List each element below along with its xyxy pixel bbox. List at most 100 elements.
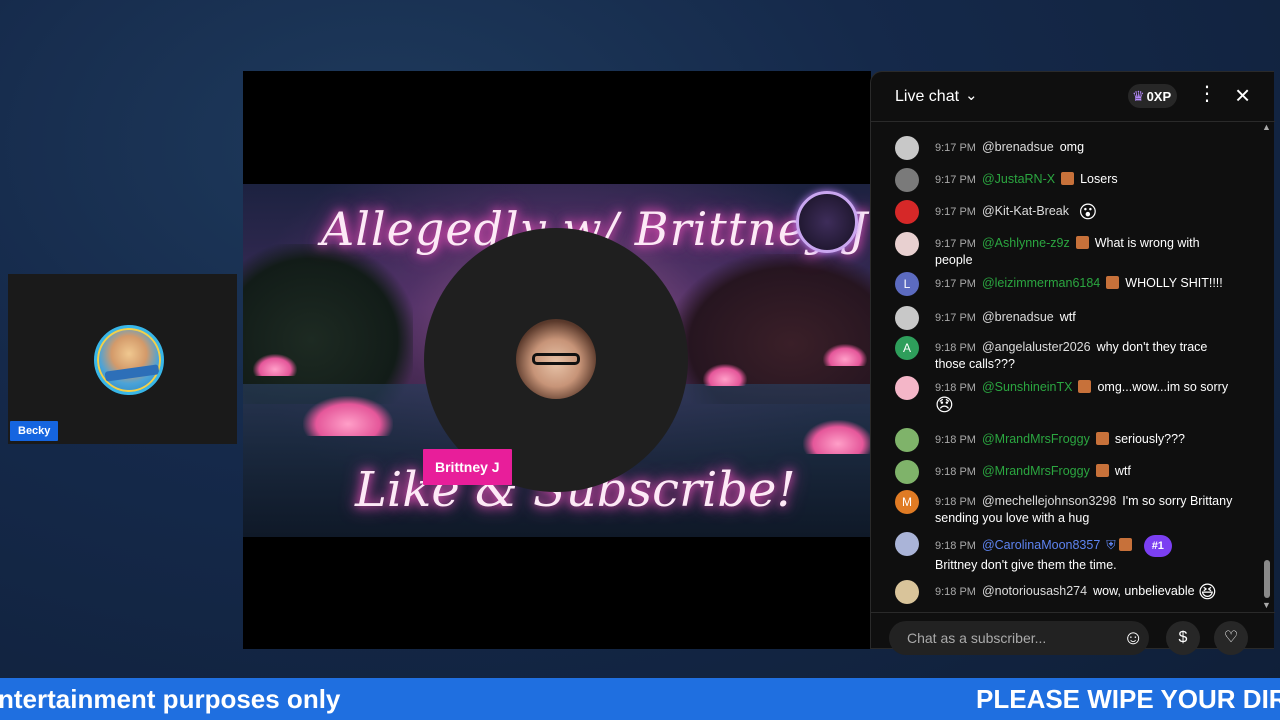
chat-input-bar: ☺ $ ♡ — [871, 612, 1275, 655]
message-text: Brittney don't give them the time. — [935, 558, 1117, 572]
chat-messages: 9:17 PM @brenadsue omg 9:17 PM @JustaRN-X Los… — [871, 122, 1275, 612]
verified-shield-icon: ⛨ — [1106, 538, 1116, 552]
chat-message-body: 9:17 PM @Kit-Kat-Break 😮 — [935, 202, 1235, 222]
message-time: 9:17 PM — [935, 238, 976, 250]
chat-message-body: 9:18 PM @MrandMrsFroggy wtf — [935, 463, 1235, 480]
chat-avatar[interactable] — [895, 306, 919, 330]
message-time: 9:17 PM — [935, 206, 976, 218]
xp-value: 0XP — [1146, 88, 1172, 104]
message-time: 9:17 PM — [935, 278, 976, 290]
member-badge-icon — [1075, 236, 1089, 249]
chat-scrollbar[interactable]: ▲ ▼ — [1262, 122, 1271, 610]
heart-icon: ♡ — [1223, 629, 1239, 646]
lotus-decoration — [823, 344, 867, 366]
chat-avatar[interactable] — [895, 168, 919, 192]
message-text: omg...wow...im so sorry — [1097, 380, 1229, 394]
message-time: 9:17 PM — [935, 312, 976, 324]
scroll-down-icon[interactable]: ▼ — [1262, 600, 1271, 610]
chat-message-body: 9:18 PM @MrandMrsFroggy seriously??? — [935, 431, 1235, 448]
message-author[interactable]: @angelaluster2026 — [982, 340, 1091, 354]
member-badge-icon — [1106, 276, 1120, 289]
chat-avatar[interactable] — [895, 136, 919, 160]
emoji-reaction: 😮 — [1078, 202, 1098, 222]
message-time: 9:18 PM — [935, 586, 976, 598]
message-time: 9:17 PM — [935, 142, 976, 154]
host-avatar — [516, 319, 596, 399]
chat-avatar[interactable] — [895, 460, 919, 484]
close-icon[interactable]: × — [1235, 82, 1250, 108]
message-author[interactable]: @brenadsue — [982, 140, 1054, 154]
message-author[interactable]: @JustaRN-X — [982, 172, 1055, 186]
rank-badge: #1 — [1143, 535, 1172, 557]
message-author[interactable]: @SunshineinTX — [982, 380, 1073, 394]
chat-title[interactable]: Live chat — [895, 88, 959, 106]
message-time: 9:18 PM — [935, 466, 976, 478]
super-chat-button[interactable]: $ — [1166, 621, 1200, 655]
chat-message-body: 9:17 PM @leizimmerman6184 WHOLLY SHIT!!!! — [935, 275, 1235, 292]
message-time: 9:18 PM — [935, 434, 976, 446]
like-button[interactable]: ♡ — [1214, 621, 1248, 655]
emoji-reaction: 😆 — [1198, 582, 1217, 602]
chevron-down-icon[interactable]: ⌄ — [965, 86, 978, 104]
chat-message-body: 9:18 PM @CarolinaMoon8357 ⛨ #1 Brittney don'… — [935, 535, 1235, 573]
chat-message-body: 9:18 PM @angelaluster2026 why don't they t… — [935, 339, 1235, 372]
scroll-thumb[interactable] — [1264, 560, 1270, 598]
guest-tile[interactable]: Becky — [8, 274, 237, 444]
message-author[interactable]: @notoriousash274 — [982, 584, 1087, 598]
message-author[interactable]: @leizimmerman6184 — [982, 276, 1100, 290]
chat-message-body: 9:18 PM @mechellejohnson3298 I'm so sorry … — [935, 493, 1235, 526]
message-text: seriously??? — [1114, 432, 1186, 446]
chat-message-body: 9:18 PM @notoriousash274 wow, unbelievable… — [935, 582, 1235, 602]
chat-avatar[interactable] — [895, 376, 919, 400]
message-time: 9:17 PM — [935, 174, 976, 186]
dollar-icon: $ — [1178, 629, 1188, 646]
host-name-tag: Brittney J — [423, 449, 512, 485]
message-author[interactable]: @Ashlynne-z9z — [982, 236, 1070, 250]
chat-avatar[interactable]: A — [895, 336, 919, 360]
emoji-reaction: 😞 — [935, 395, 954, 415]
xp-badge[interactable]: ♛ 0XP — [1128, 84, 1178, 108]
chat-header: Live chat ⌄ ♛ 0XP ⋮ × — [871, 72, 1275, 122]
lotus-decoration — [253, 354, 297, 376]
channel-logo-seal — [796, 191, 858, 253]
message-text: wtf — [1059, 310, 1076, 324]
member-badge-icon — [1118, 538, 1132, 551]
member-badge-icon — [1095, 432, 1109, 445]
chat-avatar[interactable]: L — [895, 272, 919, 296]
chat-message-body: 9:17 PM @brenadsue wtf — [935, 309, 1235, 326]
chat-message-body: 9:17 PM @JustaRN-X Losers — [935, 171, 1235, 188]
chat-message-body: 9:18 PM @SunshineinTX omg...wow...im so so… — [935, 379, 1235, 415]
member-badge-icon — [1078, 380, 1092, 393]
news-ticker: ntertainment purposes only PLEASE WIPE Y… — [0, 678, 1280, 720]
message-time: 9:18 PM — [935, 540, 976, 552]
ticker-text-left: ntertainment purposes only — [0, 684, 341, 714]
chat-avatar[interactable]: M — [895, 490, 919, 514]
ticker-text-right: PLEASE WIPE YOUR DIRT — [976, 684, 1280, 714]
chat-avatar[interactable] — [895, 428, 919, 452]
chat-avatar[interactable] — [895, 580, 919, 604]
message-text: wow, unbelievable — [1093, 584, 1195, 598]
message-text: wtf — [1114, 464, 1131, 478]
message-author[interactable]: @brenadsue — [982, 310, 1054, 324]
chat-avatar[interactable] — [895, 200, 919, 224]
lotus-decoration — [803, 420, 871, 454]
member-badge-icon — [1061, 172, 1075, 185]
main-stage: Allegedly w/ Brittney J Like & Subscribe… — [243, 71, 871, 649]
message-author[interactable]: @mechellejohnson3298 — [982, 494, 1116, 508]
chat-input[interactable] — [889, 621, 1149, 655]
member-badge-icon — [1095, 464, 1109, 477]
message-author[interactable]: @CarolinaMoon8357 — [982, 538, 1100, 552]
emoji-icon[interactable]: ☺ — [1123, 627, 1143, 650]
message-author[interactable]: @MrandMrsFroggy — [982, 464, 1090, 478]
message-text: Losers — [1080, 172, 1118, 186]
message-author[interactable]: @Kit-Kat-Break — [982, 204, 1069, 218]
chat-avatar[interactable] — [895, 232, 919, 256]
lotus-decoration — [303, 396, 393, 436]
more-options-icon[interactable]: ⋮ — [1197, 84, 1217, 104]
scroll-up-icon[interactable]: ▲ — [1262, 122, 1271, 132]
chat-message-body: 9:17 PM @Ashlynne-z9z What is wrong with p… — [935, 235, 1235, 268]
message-text: omg — [1059, 140, 1085, 154]
guest-name-tag: Becky — [10, 421, 59, 441]
chat-avatar[interactable] — [895, 532, 919, 556]
message-author[interactable]: @MrandMrsFroggy — [982, 432, 1090, 446]
